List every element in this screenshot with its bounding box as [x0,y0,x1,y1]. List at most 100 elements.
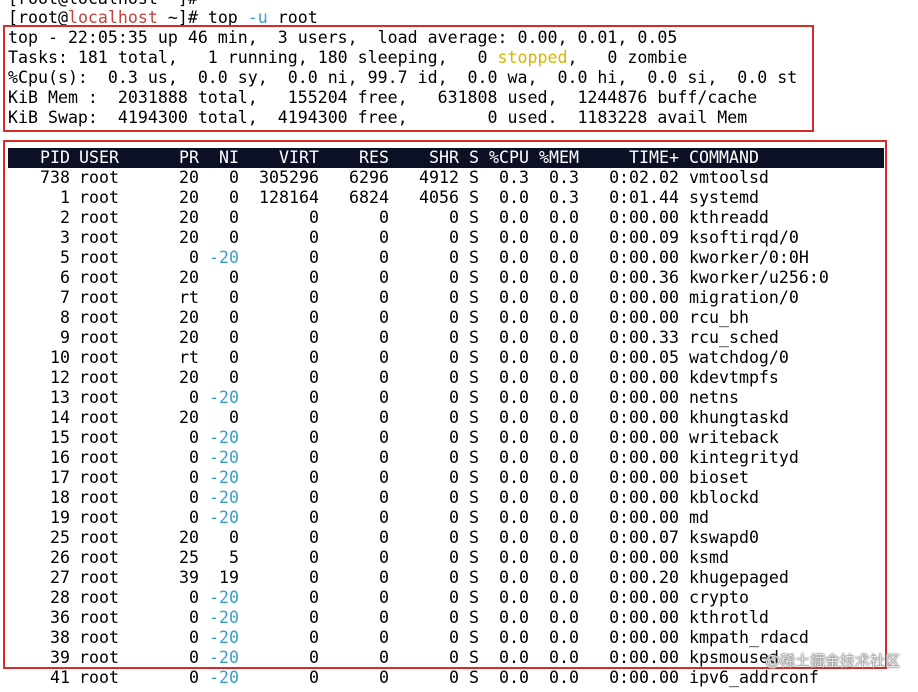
cell-user: root [79,448,119,467]
cell-state: S [469,228,479,247]
column-header-cpu: %CPU [489,148,529,167]
cell-command: systemd [689,188,759,207]
cell-mem: 0.0 [549,548,579,567]
cell-ni: -20 [209,668,239,687]
cell-mem: 0.0 [549,248,579,267]
column-header-res: RES [359,148,389,167]
cell-user: root [79,228,119,247]
cell-state: S [469,508,479,527]
cell-shr: 0 [449,648,459,667]
cell-mem: 0.0 [549,308,579,327]
cell-shr: 0 [449,248,459,267]
cell-res: 0 [379,668,389,687]
cell-cpu: 0.0 [499,628,529,647]
cell-virt: 0 [309,248,319,267]
cell-res: 0 [379,348,389,367]
cell-state: S [469,628,479,647]
cell-res: 0 [379,328,389,347]
cell-state: S [469,648,479,667]
cell-res: 0 [379,248,389,267]
table-row: 8 root 20 0 0 0 0 S 0.0 0.0 0:00.00 rcu_bh [0,308,918,328]
cell-time: 0:00.00 [609,588,679,607]
cell-state: S [469,528,479,547]
cell-shr: 0 [449,468,459,487]
cell-shr: 0 [449,208,459,227]
cell-mem: 0.0 [549,508,579,527]
cell-command: kworker/0:0H [689,248,809,267]
cell-time: 0:00.00 [609,448,679,467]
cell-cpu: 0.0 [499,328,529,347]
cell-state: S [469,168,479,187]
cell-time: 0:00.09 [609,228,679,247]
cell-res: 0 [379,208,389,227]
command-prompt-line: [root@localhost ~]# top -u root [8,8,318,28]
cell-state: S [469,668,479,687]
column-header-command: COMMAND [689,148,759,167]
cell-user: root [79,568,119,587]
cell-state: S [469,468,479,487]
cell-mem: 0.0 [549,588,579,607]
cell-cpu: 0.0 [499,368,529,387]
cell-time: 0:00.20 [609,568,679,587]
cell-shr: 0 [449,228,459,247]
cell-user: root [79,608,119,627]
cell-command: ksoftirqd/0 [689,228,799,247]
cell-cpu: 0.0 [499,568,529,587]
cell-mem: 0.0 [549,448,579,467]
cell-state: S [469,328,479,347]
cell-pid: 12 [50,368,70,387]
cell-time: 0:00.00 [609,628,679,647]
cell-res: 0 [379,548,389,567]
cell-time: 0:00.00 [609,208,679,227]
cell-virt: 305296 [259,168,319,187]
table-row: 17 root 0 -20 0 0 0 S 0.0 0.0 0:00.00 bioset [0,468,918,488]
cell-shr: 0 [449,428,459,447]
cell-res: 0 [379,528,389,547]
cell-pid: 28 [50,588,70,607]
cell-virt: 0 [309,628,319,647]
cell-virt: 0 [309,288,319,307]
cell-pid: 3 [60,228,70,247]
cell-virt: 0 [309,408,319,427]
cell-state: S [469,208,479,227]
cell-user: root [79,348,119,367]
cell-user: root [79,208,119,227]
table-row: 9 root 20 0 0 0 0 S 0.0 0.0 0:00.33 rcu_sched [0,328,918,348]
cell-command: kthrotld [689,608,769,627]
cell-ni: -20 [209,588,239,607]
cell-command: kintegrityd [689,448,799,467]
cell-command: rcu_sched [689,328,779,347]
cell-cpu: 0.0 [499,488,529,507]
cell-pr: 0 [189,488,199,507]
cell-state: S [469,348,479,367]
cell-res: 6296 [349,168,389,187]
cell-command: kswapd0 [689,528,759,547]
cell-mem: 0.3 [549,168,579,187]
table-row: 18 root 0 -20 0 0 0 S 0.0 0.0 0:00.00 kblockd [0,488,918,508]
cell-ni: -20 [209,488,239,507]
cell-shr: 0 [449,388,459,407]
cell-cpu: 0.0 [499,468,529,487]
cell-pid: 39 [50,648,70,667]
cell-virt: 0 [309,508,319,527]
cell-ni: -20 [209,508,239,527]
cell-shr: 0 [449,528,459,547]
cell-shr: 0 [449,308,459,327]
cell-virt: 0 [309,528,319,547]
cell-virt: 0 [309,548,319,567]
cell-mem: 0.0 [549,328,579,347]
cell-command: watchdog/0 [689,348,789,367]
cell-pid: 14 [50,408,70,427]
cell-ni: 0 [229,288,239,307]
cell-pid: 738 [40,168,70,187]
cell-command: rcu_bh [689,308,749,327]
cell-shr: 0 [449,608,459,627]
cell-cpu: 0.0 [499,448,529,467]
cell-ni: 19 [219,568,239,587]
cell-time: 0:00.07 [609,528,679,547]
memory-summary-line: KiB Mem : 2031888 total, 155204 free, 63… [8,88,758,107]
cell-mem: 0.0 [549,628,579,647]
cell-res: 0 [379,368,389,387]
cell-pid: 2 [60,208,70,227]
cell-cpu: 0.0 [499,208,529,227]
